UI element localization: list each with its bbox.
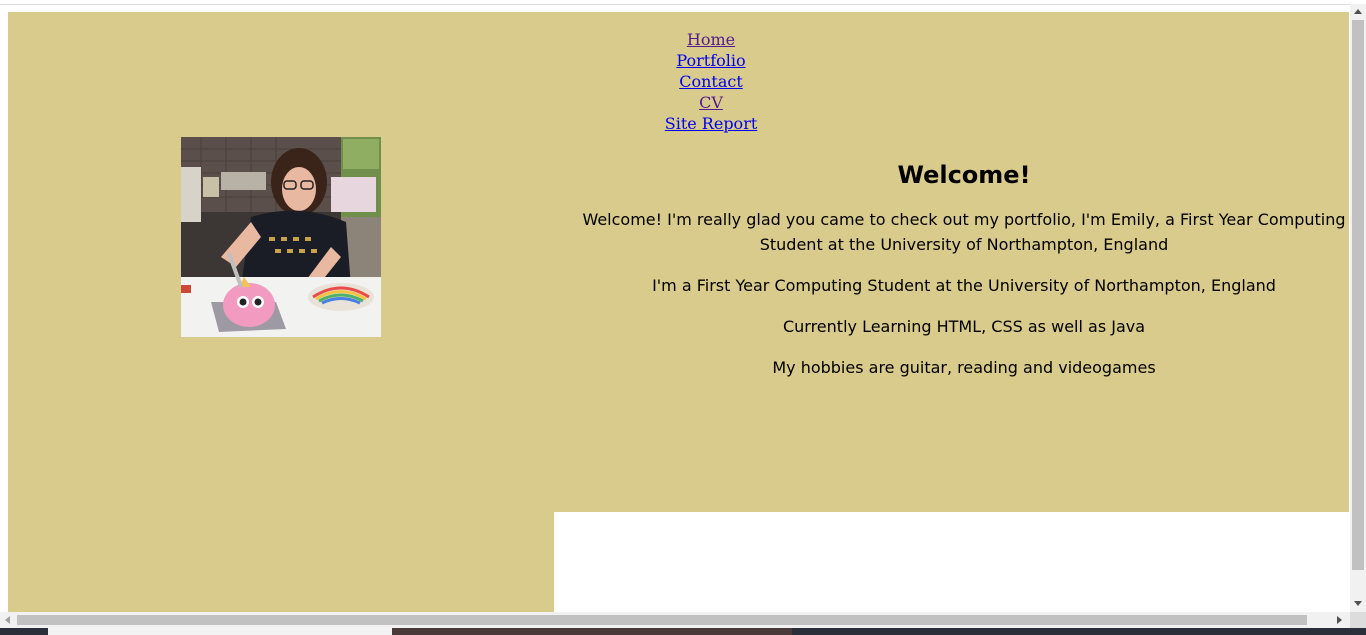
nav-link-site-report[interactable]: Site Report [560, 113, 862, 134]
horizontal-scroll-thumb[interactable] [17, 615, 1307, 625]
window-top-border [0, 4, 1350, 5]
profile-photo-image [181, 137, 381, 337]
nav-link-contact[interactable]: Contact [560, 71, 862, 92]
vertical-scroll-thumb[interactable] [1352, 20, 1364, 570]
learning-paragraph: Currently Learning HTML, CSS as well as … [782, 317, 1146, 336]
student-paragraph: I'm a First Year Computing Student at th… [652, 276, 1276, 295]
horizontal-scrollbar[interactable] [0, 612, 1350, 628]
taskbar-strip [0, 628, 1366, 635]
main-nav: Home Portfolio Contact CV Site Report [560, 29, 862, 134]
nav-link-cv[interactable]: CV [560, 92, 862, 113]
vertical-scrollbar[interactable] [1350, 4, 1366, 612]
welcome-heading: Welcome! [897, 161, 1031, 189]
nav-link-portfolio[interactable]: Portfolio [560, 50, 862, 71]
hobbies-paragraph: My hobbies are guitar, reading and video… [772, 358, 1156, 377]
taskbar-segment [392, 628, 792, 635]
scroll-up-arrow-icon[interactable] [1354, 9, 1362, 14]
scroll-down-arrow-icon[interactable] [1354, 601, 1362, 606]
nav-link-home[interactable]: Home [560, 29, 862, 50]
taskbar-segment [48, 628, 392, 635]
scroll-left-arrow-icon[interactable] [5, 616, 10, 624]
profile-photo [181, 137, 381, 337]
welcome-section: Welcome! Welcome! I'm really glad you ca… [580, 158, 1348, 396]
intro-paragraph: Welcome! I'm really glad you came to che… [582, 210, 1346, 254]
scrollbar-corner [1350, 612, 1366, 628]
scroll-right-arrow-icon[interactable] [1337, 616, 1342, 624]
